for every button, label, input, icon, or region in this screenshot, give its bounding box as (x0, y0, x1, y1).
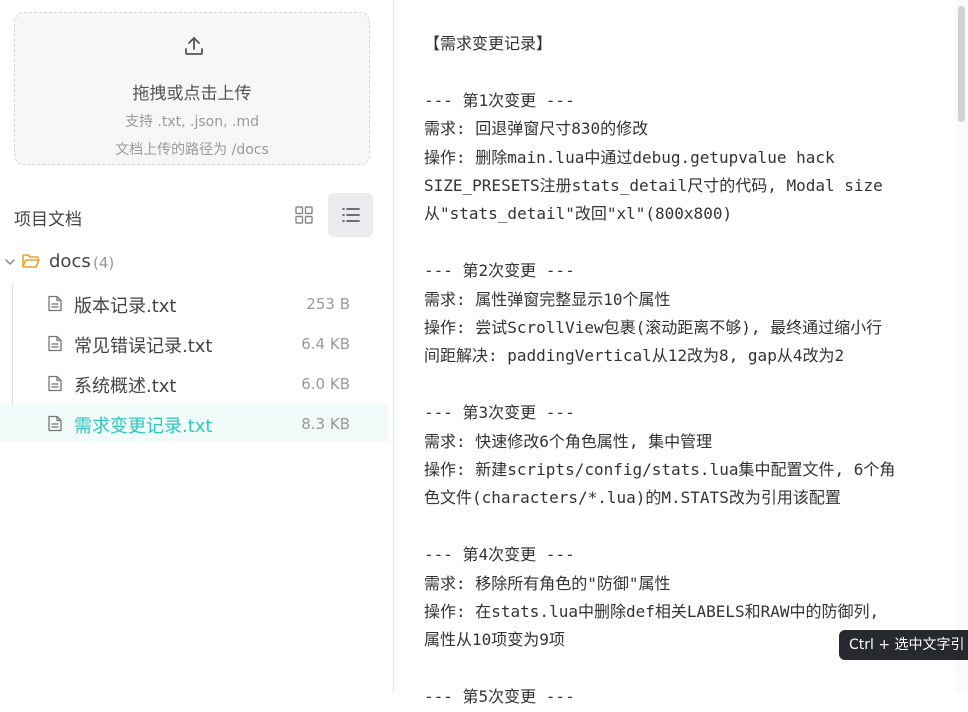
document-content[interactable]: 【需求变更记录】 --- 第1次变更 --- 需求: 回退弹窗尺寸830的修改操作:… (424, 30, 944, 712)
upload-title: 拖拽或点击上传 (132, 84, 252, 104)
panel-divider[interactable] (393, 0, 394, 693)
content-line: 间距解决: paddingVertical从12改为8, gap从4改为2 (424, 346, 845, 366)
content-line: 需求: 属性弹窗完整显示10个属性 (424, 289, 671, 309)
chevron-down-icon[interactable] (4, 256, 16, 268)
content-line: 从"stats_detail"改回"xl"(800x800) (424, 204, 733, 224)
file-size: 6.0 KB (301, 375, 350, 393)
upload-format-hint: 支持 .txt, .json, .md (124, 114, 259, 130)
content-line: 需求: 快速修改6个角色属性, 集中管理 (424, 431, 713, 451)
content-line: --- 第5次变更 --- (424, 687, 575, 707)
upload-path-hint: 文档上传的路径为 /docs (115, 142, 269, 158)
folder-count: (4) (93, 254, 115, 272)
selection-tooltip: Ctrl + 选中文字引 (839, 630, 968, 660)
file-text-icon (48, 335, 62, 352)
folder-open-icon (22, 254, 40, 268)
content-line (424, 229, 944, 257)
folder-row-docs[interactable]: docs (4) (0, 249, 388, 277)
file-text-icon (48, 415, 62, 432)
content-line: --- 第1次变更 --- (424, 90, 575, 110)
file-row-selected[interactable]: 需求变更记录.txt 8.3 KB (0, 404, 388, 442)
file-size: 8.3 KB (301, 415, 350, 433)
content-line: 操作: 在stats.lua中删除def相关LABELS和RAW中的防御列, (424, 602, 880, 622)
content-line: --- 第3次变更 --- (424, 403, 575, 423)
upload-dropzone[interactable]: 拖拽或点击上传 支持 .txt, .json, .md 文档上传的路径为 /do… (14, 12, 370, 165)
folder-name: docs (49, 251, 91, 272)
file-name: 常见错误记录.txt (74, 336, 213, 357)
content-line: 需求: 移除所有角色的"防御"属性 (424, 573, 671, 593)
file-row[interactable]: 版本记录.txt 253 B (0, 284, 388, 322)
content-line: 色文件(characters/*.lua)的M.STATS改为引用该配置 (424, 488, 841, 508)
content-line (424, 58, 944, 86)
project-docs-title: 项目文档 (14, 210, 82, 230)
content-line: 操作: 尝试ScrollView包裹(滚动距离不够), 最终通过缩小行 (424, 318, 883, 338)
file-text-icon (48, 295, 62, 312)
scrollbar[interactable] (955, 0, 968, 693)
content-line (424, 513, 944, 541)
list-view-button[interactable] (328, 193, 373, 237)
file-name: 需求变更记录.txt (74, 416, 213, 437)
content-line: SIZE_PRESETS注册stats_detail尺寸的代码, Modal s… (424, 176, 883, 196)
list-icon (341, 208, 360, 222)
grid-view-button[interactable] (283, 193, 325, 237)
file-name: 版本记录.txt (74, 296, 177, 317)
file-row[interactable]: 常见错误记录.txt 6.4 KB (0, 324, 388, 362)
grid-icon (295, 206, 313, 224)
content-line: 操作: 新建scripts/config/stats.lua集中配置文件, 6个… (424, 460, 896, 480)
file-row[interactable]: 系统概述.txt 6.0 KB (0, 364, 388, 402)
file-size: 6.4 KB (301, 335, 350, 353)
content-line (424, 371, 944, 399)
left-panel: 拖拽或点击上传 支持 .txt, .json, .md 文档上传的路径为 /do… (0, 0, 393, 693)
scrollbar-thumb[interactable] (958, 6, 965, 122)
content-line: 操作: 删除main.lua中通过debug.getupvalue hack (424, 147, 835, 167)
upload-icon (185, 37, 203, 55)
content-line: 【需求变更记录】 (424, 34, 553, 53)
file-name: 系统概述.txt (74, 376, 177, 397)
content-line: --- 第4次变更 --- (424, 545, 575, 565)
file-size: 253 B (306, 295, 350, 313)
content-line: 需求: 回退弹窗尺寸830的修改 (424, 119, 649, 139)
content-line: --- 第2次变更 --- (424, 261, 575, 281)
file-text-icon (48, 375, 62, 392)
